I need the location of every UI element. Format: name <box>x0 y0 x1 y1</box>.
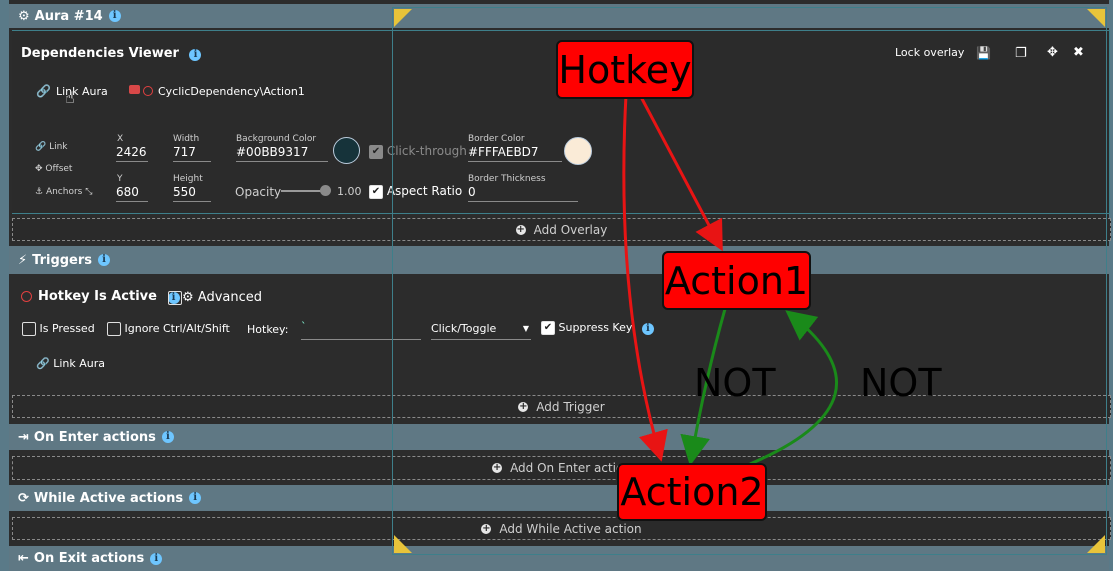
edge-hotkey-action1 <box>638 94 723 252</box>
edge-hotkey-action2 <box>622 94 668 462</box>
edge-label-not-1: NOT <box>694 361 776 405</box>
node-action1[interactable]: Action1 <box>662 251 811 310</box>
edge-label-not-2: NOT <box>860 361 942 405</box>
node-hotkey[interactable]: Hotkey <box>556 40 694 99</box>
node-action2[interactable]: Action2 <box>617 463 767 521</box>
